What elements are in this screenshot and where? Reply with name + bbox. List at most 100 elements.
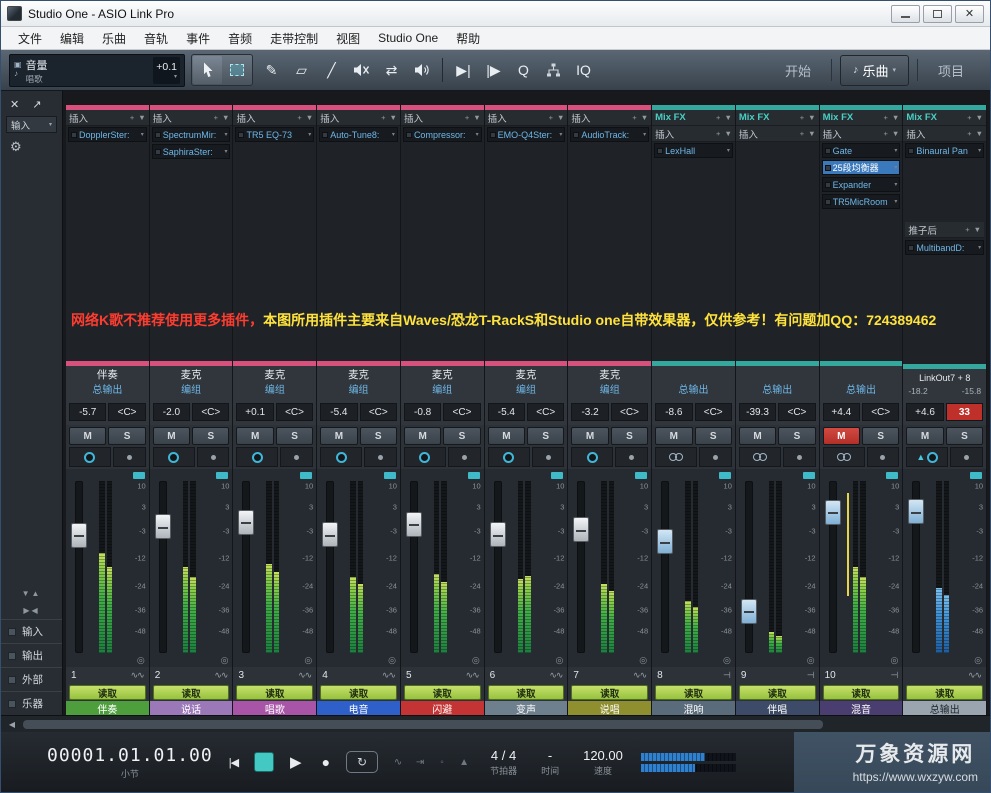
pan-control[interactable] — [404, 447, 446, 467]
inserts-header[interactable]: 插入 + ▼ — [903, 126, 986, 142]
post-fader-header[interactable]: 推子后+▼ — [905, 222, 984, 238]
automation-wave-icon[interactable]: ⊣ — [723, 670, 730, 681]
volume-value[interactable]: +0.1 — [236, 403, 273, 421]
plugin-toggle-icon[interactable] — [908, 148, 914, 154]
pan-control[interactable] — [823, 447, 865, 467]
menu-item-5[interactable]: 事件 — [177, 28, 219, 49]
meter-mode-button[interactable] — [719, 472, 731, 479]
master-output-name[interactable]: LinkOut7 + 8 — [906, 371, 983, 386]
automation-read-button[interactable]: 读取 — [153, 685, 230, 700]
meter-mode-button[interactable] — [886, 472, 898, 479]
insert-slot[interactable]: TR5 EQ-73▾ — [235, 127, 314, 142]
pan-control[interactable] — [69, 447, 111, 467]
chevron-down-icon[interactable]: ▼ — [390, 113, 397, 122]
pan-value[interactable]: <C> — [862, 403, 899, 421]
insert-slot[interactable]: 25段均衡器▾ — [822, 160, 901, 175]
pan-knob[interactable] — [419, 452, 430, 463]
meter-mode-button[interactable] — [970, 472, 982, 479]
chevron-down-icon[interactable]: ▼ — [222, 113, 229, 122]
fader-cap[interactable] — [908, 499, 924, 524]
chevron-down-icon[interactable]: ▼ — [808, 129, 815, 138]
solo-button[interactable]: S — [778, 427, 815, 445]
channel-label[interactable]: 电音 — [317, 701, 400, 715]
macro-tool[interactable] — [539, 56, 568, 84]
automation-read-button[interactable]: 读取 — [739, 685, 816, 700]
pan-link[interactable] — [364, 447, 397, 467]
volume-value[interactable]: +4.6 — [906, 403, 943, 421]
precount-button[interactable]: ◦ — [434, 753, 450, 771]
menu-item-1[interactable]: 文件 — [9, 28, 51, 49]
plugin-toggle-icon[interactable] — [322, 132, 328, 138]
plugin-toggle-icon[interactable] — [908, 245, 914, 251]
automation-read-button[interactable]: 读取 — [906, 685, 983, 700]
pan-value[interactable]: <C> — [276, 403, 313, 421]
mute-button[interactable]: M — [739, 427, 776, 445]
quantize-tool[interactable]: Q — [509, 56, 538, 84]
peak-reset-icon[interactable]: ◎ — [723, 655, 731, 666]
channel-name[interactable]: 麦克 — [488, 368, 565, 383]
peak-reset-icon[interactable]: ◎ — [137, 655, 145, 666]
inserts-header[interactable]: 插入 + ▼ — [736, 126, 819, 142]
insert-slot[interactable]: TR5MicRoom▾ — [822, 194, 901, 209]
insert-slot[interactable]: AudioTrack:▾ — [570, 127, 649, 142]
channel-label[interactable]: 总输出 — [903, 701, 986, 715]
automation-read-button[interactable]: 读取 — [69, 685, 146, 700]
fader-cap[interactable] — [741, 599, 757, 624]
plus-icon[interactable]: + — [884, 129, 888, 138]
volume-value[interactable]: -3.2 — [571, 403, 608, 421]
chevron-down-icon[interactable]: ▼ — [138, 113, 145, 122]
menu-item-4[interactable]: 音轨 — [135, 28, 177, 49]
pan-control[interactable] — [739, 447, 781, 467]
pan-link[interactable] — [113, 447, 146, 467]
plugin-toggle-icon[interactable] — [825, 199, 831, 205]
mute-button[interactable]: M — [906, 427, 943, 445]
metronome-button[interactable]: ▲ — [456, 753, 472, 771]
scrollbar-thumb[interactable] — [23, 720, 823, 729]
fader-track[interactable] — [494, 481, 502, 653]
wrench-icon[interactable]: ⚙ — [1, 134, 62, 160]
volume-value[interactable]: -39.3 — [739, 403, 776, 421]
meter-mode-button[interactable] — [468, 472, 480, 479]
bend-tool[interactable]: ⇄ — [377, 56, 406, 84]
pan-link[interactable] — [950, 447, 983, 467]
channel-label[interactable]: 唱歌 — [233, 701, 316, 715]
fader-track[interactable] — [661, 481, 669, 653]
insert-slot[interactable]: Auto-Tune8:▾ — [319, 127, 398, 142]
chevron-down-icon[interactable]: ▼ — [641, 113, 648, 122]
pan-link[interactable] — [867, 447, 900, 467]
plus-icon[interactable]: + — [967, 113, 971, 122]
pan-knob[interactable] — [336, 452, 347, 463]
mute-button[interactable]: M — [320, 427, 357, 445]
fader-track[interactable] — [159, 481, 167, 653]
autoscroll-left-tool[interactable]: ▶| — [449, 56, 478, 84]
automation-read-button[interactable]: 读取 — [823, 685, 900, 700]
inserts-header[interactable]: 插入 + ▼ — [233, 110, 316, 126]
plugin-toggle-icon[interactable] — [573, 132, 579, 138]
plus-icon[interactable]: + — [800, 129, 804, 138]
mixfx-header[interactable]: Mix FX + ▼ — [736, 110, 819, 126]
console-detach-icon[interactable]: ↗ — [32, 98, 41, 111]
channel-label[interactable]: 闪避 — [401, 701, 484, 715]
meter-mode-button[interactable] — [551, 472, 563, 479]
insert-slot[interactable]: Compressor:▾ — [403, 127, 482, 142]
automation-read-button[interactable]: 读取 — [236, 685, 313, 700]
plugin-toggle-icon[interactable] — [406, 132, 412, 138]
autopunch-button[interactable]: ⇥ — [412, 753, 428, 771]
fader-cap[interactable] — [406, 512, 422, 537]
knife-tool[interactable]: ╱ — [317, 56, 346, 84]
pan-knob[interactable] — [927, 452, 938, 463]
plugin-toggle-icon[interactable] — [490, 132, 496, 138]
plus-icon[interactable]: + — [965, 225, 969, 234]
pan-link[interactable] — [280, 447, 313, 467]
pan-knob[interactable] — [168, 452, 179, 463]
pan-value[interactable]: <C> — [695, 403, 732, 421]
listen-tool[interactable] — [407, 56, 436, 84]
chevron-down-icon[interactable]: ▼ — [892, 129, 899, 138]
pan-value[interactable]: <C> — [443, 403, 480, 421]
insert-slot[interactable]: DopplerSter:▾ — [68, 127, 147, 142]
meter-mode-button[interactable] — [384, 472, 396, 479]
peak-reset-icon[interactable]: ◎ — [472, 655, 480, 666]
plus-icon[interactable]: + — [967, 129, 971, 138]
automation-wave-icon[interactable]: ∿∿ — [382, 670, 395, 681]
param-value-box[interactable]: +0.1 ▾ — [153, 57, 180, 84]
